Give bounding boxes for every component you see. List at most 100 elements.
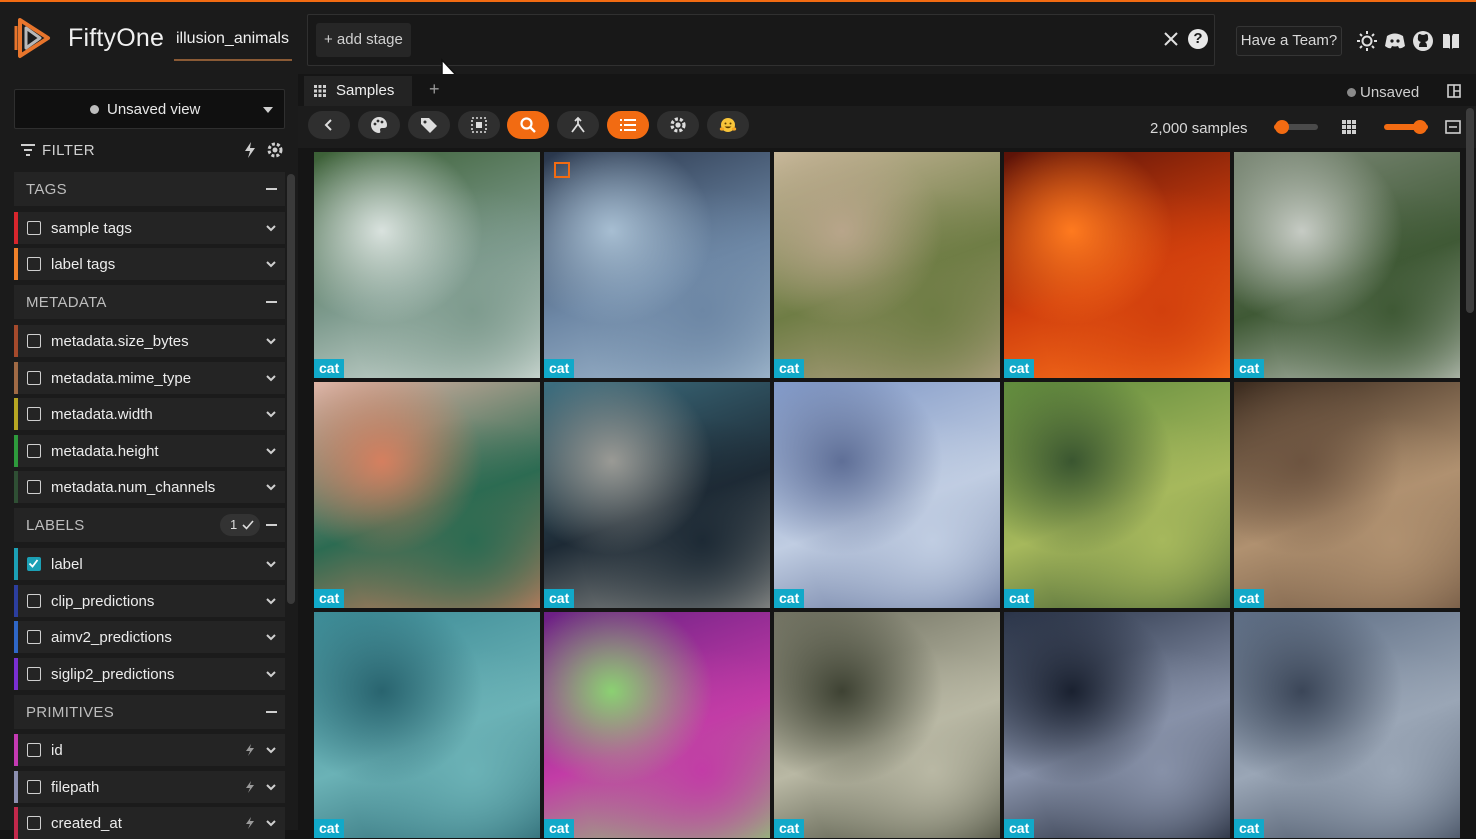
sample-tile[interactable]: cat xyxy=(314,152,540,378)
field-size-bytes[interactable]: metadata.size_bytes xyxy=(14,325,285,357)
field-width[interactable]: metadata.width xyxy=(14,398,285,430)
field-id[interactable]: id xyxy=(14,734,285,766)
field-checkbox[interactable] xyxy=(27,334,41,348)
add-panel-button[interactable]: + xyxy=(429,79,440,100)
tab-samples[interactable]: Samples xyxy=(304,76,412,106)
field-checkbox[interactable] xyxy=(27,667,41,681)
field-aimv2-predictions[interactable]: aimv2_predictions xyxy=(14,621,285,653)
hugging-face-button[interactable] xyxy=(707,111,749,139)
settings-gear-icon[interactable] xyxy=(266,141,284,159)
sample-tile[interactable]: cat xyxy=(1234,152,1460,378)
settings-button[interactable] xyxy=(657,111,699,139)
field-sample-tags[interactable]: sample tags xyxy=(14,212,285,244)
labels-selected-count[interactable]: 1 xyxy=(220,514,260,536)
sample-tile[interactable]: cat xyxy=(314,382,540,608)
sample-tile[interactable]: cat xyxy=(774,612,1000,838)
chevron-down-icon[interactable] xyxy=(265,817,277,829)
field-filepath[interactable]: filepath xyxy=(14,771,285,803)
sidebar-scrollbar[interactable] xyxy=(287,174,295,604)
have-a-team-button[interactable]: Have a Team? xyxy=(1236,26,1342,56)
sun-icon[interactable] xyxy=(1356,30,1378,52)
field-checkbox[interactable] xyxy=(27,444,41,458)
help-icon[interactable]: ? xyxy=(1188,29,1208,49)
sample-tile[interactable]: cat xyxy=(1234,612,1460,838)
chevron-down-icon[interactable] xyxy=(265,445,277,457)
sample-tile[interactable]: cat xyxy=(1004,612,1230,838)
discord-icon[interactable] xyxy=(1384,30,1406,52)
field-checkbox[interactable] xyxy=(27,480,41,494)
collapse-icon[interactable] xyxy=(266,188,277,190)
sample-tile[interactable]: cat xyxy=(1004,152,1230,378)
field-clip-predictions[interactable]: clip_predictions xyxy=(14,585,285,617)
collapse-icon[interactable] xyxy=(266,711,277,713)
field-checkbox[interactable] xyxy=(27,630,41,644)
field-checkbox[interactable] xyxy=(27,221,41,235)
color-scheme-button[interactable] xyxy=(358,111,400,139)
chevron-down-icon[interactable] xyxy=(265,481,277,493)
select-patches-button[interactable] xyxy=(458,111,500,139)
group-labels[interactable]: LABELS 1 xyxy=(14,508,285,542)
close-icon[interactable] xyxy=(1160,28,1182,50)
sample-tile[interactable]: cat xyxy=(544,152,770,378)
chevron-down-icon[interactable] xyxy=(265,781,277,793)
field-checkbox-checked[interactable] xyxy=(27,557,41,571)
field-checkbox[interactable] xyxy=(27,594,41,608)
chevron-down-icon[interactable] xyxy=(265,222,277,234)
field-siglip2-predictions[interactable]: siglip2_predictions xyxy=(14,658,285,690)
field-checkbox[interactable] xyxy=(27,780,41,794)
sort-by-button[interactable] xyxy=(557,111,599,139)
field-checkbox[interactable] xyxy=(27,816,41,830)
chevron-down-icon[interactable] xyxy=(265,668,277,680)
collapse-icon[interactable] xyxy=(266,301,277,303)
field-checkbox[interactable] xyxy=(27,371,41,385)
chevron-down-icon[interactable] xyxy=(265,558,277,570)
dataset-selector[interactable]: illusion_animals xyxy=(176,30,289,48)
chevron-down-icon[interactable] xyxy=(265,408,277,420)
grid-scrollbar[interactable] xyxy=(1466,108,1474,313)
field-checkbox[interactable] xyxy=(27,407,41,421)
list-view-button[interactable] xyxy=(607,111,649,139)
fiftyone-logo-icon[interactable] xyxy=(14,16,54,60)
field-checkbox[interactable] xyxy=(27,257,41,271)
sample-tile[interactable]: cat xyxy=(544,612,770,838)
split-panel-icon[interactable] xyxy=(1447,84,1461,98)
field-label[interactable]: label xyxy=(14,548,285,580)
docs-book-icon[interactable] xyxy=(1440,30,1462,52)
field-num-channels[interactable]: metadata.num_channels xyxy=(14,471,285,503)
group-metadata[interactable]: METADATA xyxy=(14,285,285,319)
sample-tile[interactable]: cat xyxy=(774,152,1000,378)
chevron-down-icon[interactable] xyxy=(265,744,277,756)
grid-zoom-slider[interactable] xyxy=(1274,120,1318,134)
github-icon[interactable] xyxy=(1412,30,1434,52)
chevron-down-icon[interactable] xyxy=(265,631,277,643)
tag-button[interactable] xyxy=(408,111,450,139)
field-height[interactable]: metadata.height xyxy=(14,435,285,467)
filter-header: FILTER xyxy=(20,140,286,162)
chevron-down-icon[interactable] xyxy=(265,372,277,384)
chevron-down-icon[interactable] xyxy=(265,335,277,347)
saved-view-select[interactable]: Unsaved view xyxy=(14,89,285,129)
sample-tile[interactable]: cat xyxy=(1004,382,1230,608)
sample-tile[interactable]: cat xyxy=(1234,382,1460,608)
similarity-search-button[interactable] xyxy=(507,111,549,139)
collapse-icon[interactable] xyxy=(266,524,277,526)
field-mime-type[interactable]: metadata.mime_type xyxy=(14,362,285,394)
lightning-icon[interactable] xyxy=(244,141,256,159)
chevron-down-icon[interactable] xyxy=(265,595,277,607)
add-stage-button[interactable]: + add stage xyxy=(316,23,411,57)
field-checkbox[interactable] xyxy=(27,743,41,757)
toggle-slider[interactable] xyxy=(1384,120,1428,134)
group-tags[interactable]: TAGS xyxy=(14,172,285,206)
chevron-down-icon[interactable] xyxy=(265,258,277,270)
panel-layout-icon[interactable] xyxy=(1445,120,1461,134)
check-icon xyxy=(28,559,39,568)
sample-tile[interactable]: cat xyxy=(314,612,540,838)
sample-tile[interactable]: cat xyxy=(774,382,1000,608)
field-label-tags[interactable]: label tags xyxy=(14,248,285,280)
sample-tile[interactable]: cat xyxy=(544,382,770,608)
group-primitives[interactable]: PRIMITIVES xyxy=(14,695,285,729)
field-created-at[interactable]: created_at xyxy=(14,807,285,839)
sample-select-checkbox[interactable] xyxy=(554,162,570,178)
grid-layout-icon[interactable] xyxy=(1342,120,1356,134)
back-button[interactable] xyxy=(308,111,350,139)
